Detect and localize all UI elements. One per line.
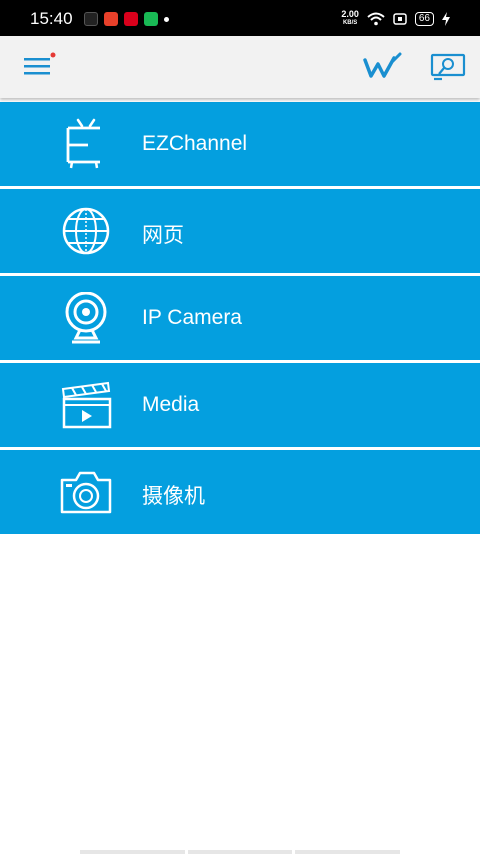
menu-button[interactable]: [18, 50, 58, 84]
net-speed-unit: KB/S: [342, 20, 358, 26]
battery-indicator: 66: [414, 12, 434, 26]
tiktok-icon: [84, 12, 98, 26]
menu-item-label: Media: [142, 393, 200, 416]
menu-item-camera[interactable]: 摄像机: [0, 450, 480, 534]
screen-record-icon: [393, 13, 407, 25]
menu-item-media[interactable]: Media: [0, 363, 480, 447]
app-notification-icon: [104, 12, 118, 26]
notification-icons: [84, 12, 169, 26]
tv-icon: [66, 118, 100, 169]
nav-segment: [187, 850, 293, 854]
hamburger-menu-icon: [24, 52, 56, 75]
nav-segment: [80, 850, 185, 854]
menu-item-ip-camera[interactable]: IP Camera: [0, 276, 480, 360]
wifi-icon: [367, 12, 385, 26]
shield-app-icon: [144, 12, 158, 26]
menu-item-label: 网页: [142, 224, 184, 247]
screen-cast-icon: [430, 53, 466, 81]
menu-item-label: 摄像机: [142, 485, 205, 508]
network-speed: 2.00 KB/S: [341, 10, 359, 28]
w-logo-button[interactable]: [362, 52, 404, 82]
camera-icon: [60, 471, 112, 514]
menu-item-webpage[interactable]: 网页: [0, 189, 480, 273]
menu-item-label: IP Camera: [142, 306, 242, 329]
globe-icon: [62, 207, 110, 255]
screen-cast-button[interactable]: [428, 52, 468, 82]
charging-icon: [442, 12, 450, 26]
tmall-icon: [124, 12, 138, 26]
menu-item-ezchannel[interactable]: EZChannel: [0, 102, 480, 186]
menu-item-label: EZChannel: [142, 132, 248, 155]
status-time: 15:40: [30, 9, 73, 28]
app-header: [0, 36, 480, 98]
clapperboard-icon: [61, 381, 112, 429]
net-speed-value: 2.00: [341, 9, 359, 19]
webcam-icon: [65, 292, 107, 344]
w-logo-icon: [363, 52, 402, 78]
status-bar: 15:40 2.00 KB/S 66: [0, 0, 480, 36]
nav-segment: [295, 850, 401, 854]
more-notifications-icon: [164, 16, 169, 22]
bottom-nav-indicator: [80, 850, 401, 854]
feature-menu-list: EZChannel 网页 IP Camera Media 摄像机: [0, 102, 480, 537]
